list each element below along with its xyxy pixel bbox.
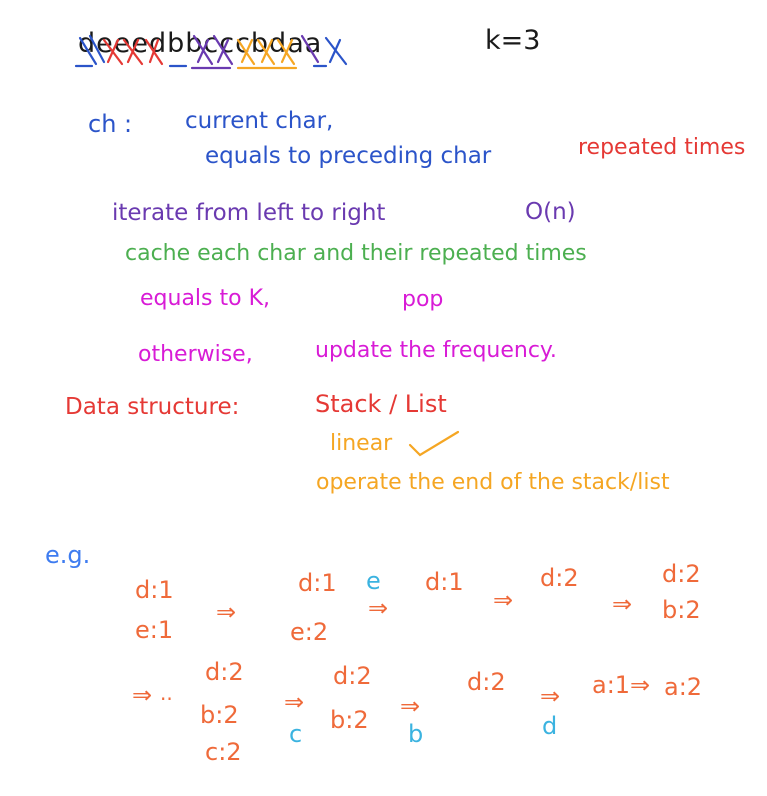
arrow-4: ⇒: [612, 590, 633, 618]
complexity-note: O(n): [525, 199, 576, 225]
step-7-line-1: d:2: [333, 662, 372, 690]
arrow-9: ⇒: [630, 671, 651, 699]
operate-note: operate the end of the stack/list: [316, 470, 670, 495]
step-10-line-1: a:2: [664, 673, 703, 701]
step-7-line-2: b:2: [330, 706, 369, 734]
step-2-line-2: e:2: [290, 618, 329, 646]
step-2-incoming: e: [366, 567, 381, 595]
linear-note: linear: [330, 431, 393, 456]
arrow-3: ⇒: [493, 586, 514, 614]
step-2-line-1: d:1: [298, 569, 337, 597]
step-3-line-1: d:1: [425, 568, 464, 596]
equals-k-note: equals to K,: [140, 286, 270, 311]
continuation-dots: ..: [160, 681, 173, 705]
step-6-line-1: d:2: [205, 658, 244, 686]
step-5-line-1: d:2: [662, 560, 701, 588]
ch-condition: equals to preceding char: [205, 143, 492, 169]
otherwise-note: otherwise,: [138, 342, 253, 367]
repeated-times-note: repeated times: [578, 135, 746, 160]
cache-note: cache each char and their repeated times: [125, 241, 587, 266]
step-9-incoming: d: [542, 712, 558, 740]
arrow-1: ⇒: [216, 598, 237, 626]
pop-note: pop: [402, 287, 444, 312]
step-4-line-1: d:2: [540, 564, 579, 592]
data-structure-label: Data structure:: [65, 394, 240, 420]
step-8-incoming: b: [408, 720, 424, 748]
string-strike-marks: [74, 34, 348, 70]
step-7-incoming: c: [289, 720, 303, 748]
arrow-8: ⇒: [540, 682, 561, 710]
step-1-line-1: d:1: [135, 576, 174, 604]
step-8-line-1: d:2: [467, 668, 506, 696]
handwritten-notes-canvas: deeedbbcccbdaa k=3 ch: current char, eq…: [0, 0, 767, 796]
update-note: update the frequency.: [315, 338, 557, 363]
ch-meaning: current char,: [185, 108, 334, 134]
arrow-7: ⇒: [400, 692, 421, 720]
arrow-6: ⇒: [284, 688, 305, 716]
step-1-line-2: e:1: [135, 616, 174, 644]
step-6-line-3: c:2: [205, 738, 242, 766]
step-5-line-2: b:2: [662, 596, 701, 624]
arrow-2: ⇒: [368, 594, 389, 622]
ch-label: ch :: [88, 110, 133, 138]
iterate-note: iterate from left to right: [112, 200, 386, 226]
arrow-5: ⇒: [132, 681, 153, 709]
step-9-line-1: a:1: [592, 671, 631, 699]
step-6-line-2: b:2: [200, 701, 239, 729]
data-structure-value: Stack / List: [315, 390, 447, 418]
example-label: e.g.: [45, 541, 91, 569]
